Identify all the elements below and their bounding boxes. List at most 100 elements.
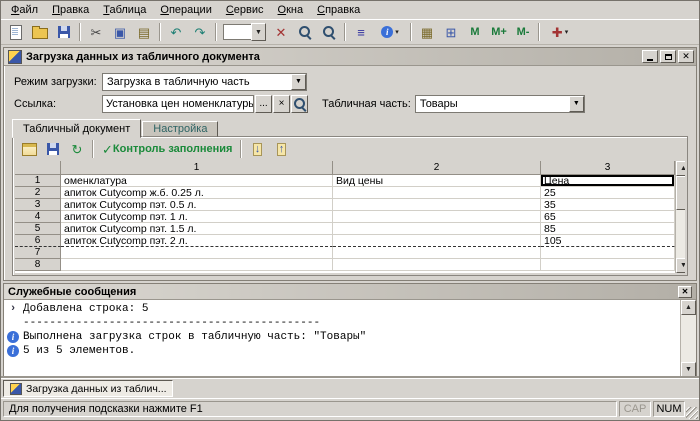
cell-r8-c1[interactable] [61,259,333,271]
cell-r8-c3[interactable] [541,259,675,271]
values-list-button[interactable]: ≡ [350,22,372,42]
grid-corner[interactable] [15,161,61,175]
cell-r5-c2[interactable] [333,223,541,235]
save-table-button[interactable] [42,139,64,159]
cell-r6-c3[interactable]: 105 [541,235,675,247]
menu-edit[interactable]: Правка [45,2,96,18]
cell-r1-c2[interactable]: Вид цены [333,175,541,187]
row-header-1[interactable]: 1 [15,175,61,187]
menu-windows[interactable]: Окна [271,2,311,18]
tools-button[interactable]: ✚ ▾ [544,22,576,42]
chevron-down-icon[interactable]: ▼ [291,73,306,90]
cell-r6-c2[interactable] [333,235,541,247]
tab-tabular-document[interactable]: Табличный документ [12,119,142,138]
message-line[interactable]: ----------------------------------------… [4,316,680,330]
export-rows-button[interactable]: ↑ [270,139,292,159]
link-find-button[interactable] [291,94,308,113]
cell-r7-c1[interactable] [61,247,333,259]
scroll-up-icon[interactable]: ▲ [676,161,685,176]
link-field[interactable]: Установка цен номенклатуры 00-00000 [102,94,254,113]
column-header-1[interactable]: 1 [61,161,333,175]
link-clear-button[interactable]: × [273,94,290,113]
cell-r2-c3[interactable]: 25 [541,187,675,199]
memory-plus-button[interactable]: M+ [488,22,510,42]
cell-r3-c3[interactable]: 35 [541,199,675,211]
cut-button[interactable]: ✂ [85,22,107,42]
tab-settings[interactable]: Настройка [142,121,219,137]
row-header-6[interactable]: 6 [15,235,61,247]
row-header-4[interactable]: 4 [15,211,61,223]
refresh-button[interactable]: ↻ [66,139,88,159]
open-button[interactable] [29,22,51,42]
message-line[interactable]: i 5 из 5 элементов. [4,344,680,358]
memory-button[interactable]: M [464,22,486,42]
row-header-8[interactable]: 8 [15,259,61,271]
paste-button[interactable]: ▤ [133,22,155,42]
cell-r1-c1[interactable]: оменклатура [61,175,333,187]
undo-button[interactable]: ↶ [165,22,187,42]
load-mode-select[interactable]: Загрузка в табличную часть ▼ [102,72,307,91]
row-header-2[interactable]: 2 [15,187,61,199]
calculator-button[interactable]: ⊞ [440,22,462,42]
redo-button[interactable]: ↷ [189,22,211,42]
cell-r4-c3[interactable]: 65 [541,211,675,223]
cell-r6-c1[interactable]: апиток Cutycomp пэт. 2 л. [61,235,333,247]
cell-r3-c2[interactable] [333,199,541,211]
column-header-3[interactable]: 3 [541,161,675,175]
cell-r4-c2[interactable] [333,211,541,223]
cell-r2-c1[interactable]: апиток Cutycomp ж.б. 0.25 л. [61,187,333,199]
messages-vertical-scrollbar[interactable]: ▲ ▼ [680,300,696,377]
info-dropdown-icon[interactable]: ▾ [395,28,399,36]
chevron-down-icon[interactable]: ▼ [568,95,584,112]
row-header-3[interactable]: 3 [15,199,61,211]
chevron-down-icon[interactable]: ▼ [251,23,266,41]
tabular-part-select[interactable]: Товары ▼ [414,94,585,113]
column-header-2[interactable]: 2 [333,161,541,175]
menu-help[interactable]: Справка [310,2,367,18]
window-tab-load-data[interactable]: Загрузка данных из таблич... [3,380,173,397]
import-rows-button[interactable]: ↓ [246,139,268,159]
fill-control-button[interactable]: ✓ Контроль заполнения [98,139,236,159]
table-vertical-scrollbar[interactable]: ▲ ▼ [675,161,685,273]
scroll-up-icon[interactable]: ▲ [681,300,696,315]
calendar-button[interactable]: ▦ [416,22,438,42]
cell-r7-c2[interactable] [333,247,541,259]
scroll-track[interactable] [681,315,696,362]
menu-table[interactable]: Таблица [96,2,153,18]
cell-r2-c2[interactable] [333,187,541,199]
find-button[interactable] [294,22,316,42]
scroll-down-icon[interactable]: ▼ [676,258,685,273]
memory-minus-button[interactable]: M- [512,22,534,42]
tools-dropdown-icon[interactable]: ▾ [565,28,569,36]
toolbar-combo[interactable]: ▼ [223,23,266,41]
clear-button[interactable]: ✕ [270,22,292,42]
close-button[interactable]: ✕ [678,50,694,63]
row-header-7[interactable]: 7 [15,247,61,259]
resize-grip[interactable] [686,407,698,419]
toolbar-combo-value[interactable] [223,24,251,40]
scroll-thumb[interactable] [676,176,685,210]
cell-r8-c2[interactable] [333,259,541,271]
scroll-down-icon[interactable]: ▼ [681,362,696,377]
find-next-button[interactable] [318,22,340,42]
cell-r4-c1[interactable]: апиток Cutycomp пэт. 1 л. [61,211,333,223]
message-line[interactable]: › Добавлена строка: 5 [4,302,680,316]
minimize-button[interactable] [642,50,658,63]
new-document-button[interactable] [5,22,27,42]
open-table-button[interactable] [18,139,40,159]
message-line[interactable]: i Выполнена загрузка строк в табличную ча… [4,330,680,344]
copy-button[interactable]: ▣ [109,22,131,42]
cell-r7-c3[interactable] [541,247,675,259]
menu-operations[interactable]: Операции [153,2,218,18]
save-button[interactable] [53,22,75,42]
row-header-5[interactable]: 5 [15,223,61,235]
maximize-button[interactable] [660,50,676,63]
messages-close-button[interactable]: ✕ [678,285,692,298]
cell-r5-c1[interactable]: апиток Cutycomp пэт. 1.5 л. [61,223,333,235]
menu-file[interactable]: Файл [4,2,45,18]
cell-r1-c3[interactable]: Цена [541,175,675,187]
cell-r3-c1[interactable]: апиток Cutycomp пэт. 0.5 л. [61,199,333,211]
cell-r5-c3[interactable]: 85 [541,223,675,235]
info-button[interactable]: i ▾ [374,22,406,42]
scroll-track[interactable] [676,210,685,258]
